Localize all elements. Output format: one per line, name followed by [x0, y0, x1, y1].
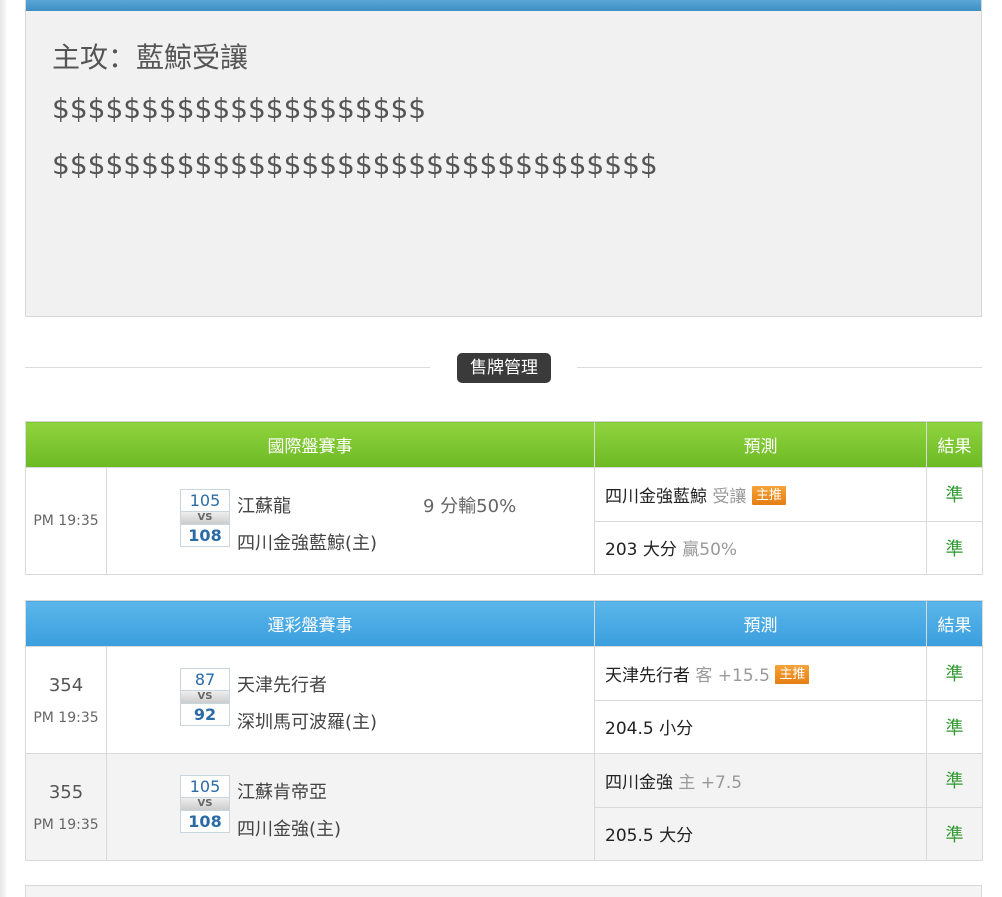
away-team: 江蘇肯帝亞 — [237, 782, 327, 803]
home-team: 四川金強(主) — [237, 819, 342, 840]
game-time: PM 19:35 — [33, 709, 99, 726]
scorebox: 105 VS 108 — [180, 489, 230, 547]
prediction-team: 天津先行者 — [605, 665, 690, 686]
prediction-total-value: 204.5 小分 — [605, 719, 694, 740]
home-team: 四川金強藍鯨(主) — [237, 533, 378, 554]
scorebox: 105 VS 108 — [180, 775, 230, 833]
sports-lottery-table-header: 運彩盤賽事 預測 結果 — [25, 600, 983, 647]
game-number: 355 — [48, 781, 84, 803]
away-score: 105 — [180, 489, 230, 512]
result-spread: 準 — [926, 646, 983, 701]
prediction-total: 203 大分 贏50% — [594, 520, 927, 575]
game-time-cell: 355 PM 19:35 — [25, 753, 107, 861]
prediction-note: 受讓 — [712, 486, 747, 507]
analysis-panel: 主攻：藍鯨受讓 $$$$$$$$$$$$$$$$$$$$$ $$$$$$$$$$… — [25, 0, 982, 317]
vs-label: VS — [180, 798, 230, 810]
game-time: PM 19:35 — [33, 816, 99, 833]
divider-rule-left — [25, 367, 430, 368]
international-table-header: 國際盤賽事 預測 結果 — [25, 421, 983, 468]
vs-label: VS — [180, 691, 230, 703]
analysis-line-hidden-2: $$$$$$$$$$$$$$$$$$$$$$$$$$$$$$$$$$ — [52, 148, 658, 181]
away-score: 105 — [180, 775, 230, 798]
result-total: 準 — [926, 520, 983, 575]
prediction-note: 主 +7.5 — [678, 772, 743, 793]
match-cell: 105 VS 108 江蘇龍 四川金強藍鯨(主) 9 分輸50% — [106, 467, 595, 575]
home-score: 92 — [180, 703, 230, 726]
home-team: 深圳馬可波羅(主) — [237, 712, 378, 733]
prediction-spread: 天津先行者 客 +15.5 主推 — [594, 646, 927, 701]
analysis-line-hidden-1: $$$$$$$$$$$$$$$$$$$$$ — [52, 92, 427, 125]
prediction-note: 客 +15.5 — [695, 665, 770, 686]
prediction-total-value: 203 大分 — [605, 540, 677, 561]
header-result: 結果 — [926, 421, 983, 468]
vs-label: VS — [180, 512, 230, 524]
main-pick-badge: 主推 — [751, 485, 786, 505]
section-divider: 售牌管理 — [25, 353, 982, 385]
sports-lottery-games-table: 運彩盤賽事 預測 結果 354 PM 19:35 87 VS 92 天津先行者 … — [25, 600, 983, 861]
analysis-line-main-pick: 主攻：藍鯨受讓 — [52, 41, 249, 74]
home-score: 108 — [180, 524, 230, 547]
table-row: PM 19:35 105 VS 108 江蘇龍 四川金強藍鯨(主) 9 分輸50… — [25, 467, 983, 575]
left-page-rail — [0, 0, 6, 897]
result-total: 準 — [926, 806, 983, 861]
game-time-cell: PM 19:35 — [25, 467, 107, 575]
header-international-games: 國際盤賽事 — [25, 421, 595, 468]
header-prediction: 預測 — [594, 600, 927, 647]
prediction-spread: 四川金強 主 +7.5 — [594, 753, 927, 808]
table-row: 354 PM 19:35 87 VS 92 天津先行者 深圳馬可波羅(主) 天津… — [25, 646, 983, 754]
header-prediction: 預測 — [594, 421, 927, 468]
result-spread: 準 — [926, 467, 983, 522]
analysis-panel-header — [26, 0, 981, 11]
international-games-table: 國際盤賽事 預測 結果 PM 19:35 105 VS 108 江蘇龍 四川金強… — [25, 421, 983, 575]
prediction-total: 204.5 小分 — [594, 699, 927, 754]
prediction-total-note: 贏50% — [682, 540, 738, 561]
prediction-spread: 四川金強藍鯨 受讓 主推 — [594, 467, 927, 522]
sales-management-button[interactable]: 售牌管理 — [457, 353, 551, 383]
prediction-team: 四川金強藍鯨 — [605, 486, 707, 507]
game-time: PM 19:35 — [33, 513, 99, 529]
main-pick-badge: 主推 — [775, 664, 810, 684]
game-number: 354 — [48, 674, 84, 696]
header-result: 結果 — [926, 600, 983, 647]
table-row: 355 PM 19:35 105 VS 108 江蘇肯帝亞 四川金強(主) 四川… — [25, 753, 983, 861]
prediction-total-value: 205.5 大分 — [605, 826, 694, 847]
game-time-cell: 354 PM 19:35 — [25, 646, 107, 754]
match-cell: 105 VS 108 江蘇肯帝亞 四川金強(主) — [106, 753, 595, 861]
next-panel-edge — [25, 885, 982, 897]
header-sports-lottery-games: 運彩盤賽事 — [25, 600, 595, 647]
scorebox: 87 VS 92 — [180, 668, 230, 726]
home-score: 108 — [180, 810, 230, 833]
away-team: 江蘇龍 — [237, 496, 291, 517]
prediction-total: 205.5 大分 — [594, 806, 927, 861]
result-spread: 準 — [926, 753, 983, 808]
result-total: 準 — [926, 699, 983, 754]
handicap-result: 9 分輸50% — [423, 496, 517, 517]
away-score: 87 — [180, 668, 230, 691]
divider-rule-right — [577, 367, 982, 368]
prediction-team: 四川金強 — [605, 772, 673, 793]
match-cell: 87 VS 92 天津先行者 深圳馬可波羅(主) — [106, 646, 595, 754]
away-team: 天津先行者 — [237, 675, 327, 696]
